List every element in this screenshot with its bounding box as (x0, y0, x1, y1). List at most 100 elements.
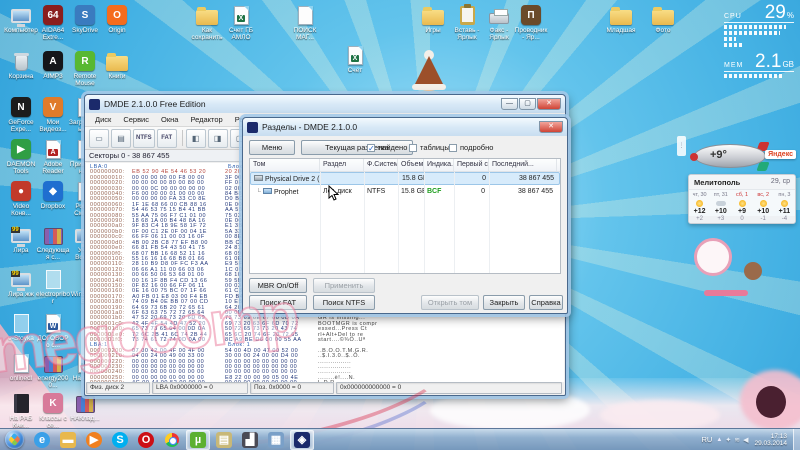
close-button[interactable]: ✕ (537, 98, 561, 110)
taskbar-app[interactable]: O (134, 430, 158, 450)
partitions-dialog[interactable]: Разделы - DMDE 2.1.0.0 ✕ Меню Текущая ра… (242, 117, 568, 314)
desktop-icon[interactable]: Вставь - Ярлык (450, 3, 484, 41)
desktop-icon[interactable]: A AIMP3 (36, 50, 70, 87)
desktop-icon[interactable]: ПОИСК МАГ... (288, 4, 322, 41)
minimize-button[interactable]: — (501, 98, 518, 110)
toolbar-button[interactable]: ◨ (207, 128, 228, 148)
tray-expand-icon[interactable]: ▲ (716, 437, 722, 443)
taskbar-app[interactable] (160, 430, 184, 450)
forecast-day[interactable]: чт, 30 +12 +2 (689, 190, 711, 223)
forecast-day[interactable]: пн, 3 +11 -4 (773, 190, 795, 223)
desktop-icon[interactable]: V Мои Видеоз... (36, 96, 70, 133)
desktop-icon[interactable]: O Origin (100, 4, 134, 41)
toolbar-button[interactable]: NTFS (133, 128, 155, 148)
partition-row[interactable]: └Prophet Лог. диск NTFS 15.8 GBBCF 0 38 867 4… (250, 185, 560, 198)
desktop-icon[interactable]: A Adobe Reader (36, 138, 70, 175)
desktop-icon[interactable]: X Счет ГБ АМЛО (224, 4, 258, 41)
language-indicator[interactable]: RU (702, 435, 713, 444)
button-Закрыть[interactable]: Закрыть (483, 295, 525, 310)
forecast-day[interactable]: вс, 2 +10 -1 (752, 190, 774, 223)
column-header-0[interactable]: Том (250, 159, 320, 171)
desktop-icon[interactable]: ● Video Конв... (4, 180, 38, 217)
desktop-icon[interactable]: 99 Лира (4, 224, 38, 261)
desktop-icon[interactable]: 99 Лира жж (4, 268, 38, 305)
desktop-icon[interactable]: П Проводник - Яр... (514, 4, 548, 41)
desktop-icon[interactable]: На РАБ Кни... (4, 392, 38, 429)
weather-gadget[interactable]: +9° Яндекс Мелитополь 29, ср чт, 30 +12 +2… (688, 140, 796, 224)
weather-city[interactable]: Мелитополь (694, 178, 740, 187)
desktop-icon[interactable]: X Счёт (338, 44, 372, 81)
forecast-day[interactable]: сб, 1 +9 0 (731, 190, 753, 223)
desktop-icon[interactable]: N GeForce Expe... (4, 96, 38, 133)
desktop-icon[interactable]: S SkyDrive (68, 4, 102, 41)
button-Справка[interactable]: Справка (529, 295, 563, 310)
cpu-gadget[interactable]: CPU 29 % MEM 2.1 GB (724, 3, 794, 78)
desktop-icon[interactable]: W ДОГОВОР о с... (36, 312, 70, 349)
checkbox-таблицы[interactable]: таблицы (409, 143, 450, 152)
column-header-5[interactable]: Первый се... (454, 159, 489, 171)
checkbox-box[interactable]: ✓ (367, 143, 375, 152)
column-header-3[interactable]: Объем (398, 159, 424, 171)
column-header-1[interactable]: Раздел (320, 159, 364, 171)
checkbox-найдено[interactable]: ✓ найдено (367, 143, 407, 152)
clock[interactable]: 17:13 29.03.2014 (754, 433, 787, 447)
desktop-icon[interactable]: Фото (646, 4, 680, 41)
button-MBR On/Off[interactable]: MBR On/Off (249, 278, 307, 293)
tray-icon[interactable]: ≋ (734, 436, 740, 444)
dialog-titlebar[interactable]: Разделы - DMDE 2.1.0.0 ✕ (243, 118, 567, 136)
checkbox-подробно[interactable]: подробно (449, 143, 493, 152)
checkbox-box[interactable] (409, 143, 417, 152)
tray-icon[interactable]: ◀ (743, 436, 748, 444)
desktop-icon[interactable]: Компьютер (4, 4, 38, 41)
desktop-icon[interactable]: ◆ Dropbox (36, 180, 70, 217)
button-Поиск NTFS[interactable]: Поиск NTFS (313, 295, 375, 310)
taskbar-app[interactable]: ▶ (82, 430, 106, 450)
dmde-titlebar[interactable]: DMDE 2.1.0.0 Free Edition — ▢ ✕ (85, 95, 565, 113)
show-desktop-button[interactable] (793, 428, 800, 450)
yandex-logo[interactable]: Яндекс (765, 150, 796, 159)
desktop-icon[interactable]: Следующая с... (36, 224, 70, 261)
toolbar-button[interactable]: ▭ (89, 128, 109, 148)
menu-item-Окна[interactable]: Окна (155, 115, 184, 124)
partitions-table[interactable]: ТомРазделФ.СистемаОбъемИндика...Первый с… (249, 158, 561, 274)
forecast-day[interactable]: пт, 31 +10 +3 (710, 190, 732, 223)
taskbar-app[interactable]: ▬ (56, 430, 80, 450)
desktop-icon[interactable]: K Классы с се... (36, 392, 70, 429)
menu-item-Редактор[interactable]: Редактор (184, 115, 228, 124)
taskbar-app[interactable]: ▟ (238, 430, 262, 450)
desktop-icon[interactable]: Корзина (4, 50, 38, 87)
taskbar-app[interactable]: ◈ (290, 429, 314, 450)
taskbar-app[interactable]: ▦ (264, 430, 288, 450)
button-Поиск FAT[interactable]: Поиск FAT (249, 295, 307, 310)
desktop-icon[interactable]: НАКлад... (68, 392, 102, 429)
column-header-6[interactable]: Последний... (489, 159, 557, 171)
taskbar-app[interactable]: e (30, 430, 54, 450)
desktop-icon[interactable]: ▶ DAEMON Tools (4, 138, 38, 175)
desktop-icon[interactable]: Как сохранить (190, 4, 224, 41)
desktop-icon[interactable]: 64 AIDA64 Extre... (36, 4, 70, 41)
desktop-icon[interactable]: e-Stoyka (4, 312, 38, 349)
maximize-button[interactable]: ▢ (519, 98, 536, 110)
desktop-icon[interactable]: electropribor (36, 268, 70, 305)
toolbar-button[interactable]: FAT (156, 128, 177, 148)
column-header-2[interactable]: Ф.Система (364, 159, 398, 171)
checkbox-box[interactable] (449, 143, 457, 152)
desktop-icon[interactable]: Книги (100, 50, 134, 87)
desktop-icon[interactable]: R Remote Mouse (68, 50, 102, 87)
gadget-handle[interactable]: ⋮ (677, 136, 686, 156)
tray-icon[interactable]: ✦ (725, 436, 731, 444)
desktop-icon[interactable]: Игры (416, 4, 450, 41)
taskbar-app[interactable]: S (108, 430, 132, 450)
toolbar-button[interactable]: ▤ (111, 128, 131, 148)
desktop-icon[interactable]: Младшая (604, 4, 638, 41)
toolbar-button[interactable]: ◧ (185, 128, 206, 148)
menu-item-Диск[interactable]: Диск (89, 115, 117, 124)
menu-item-Сервис[interactable]: Сервис (117, 115, 155, 124)
dialog-close-button[interactable]: ✕ (539, 121, 563, 133)
desktop-icon[interactable]: energy2000... (36, 352, 70, 389)
taskbar-app[interactable]: µ (186, 429, 210, 450)
taskbar-app[interactable]: ▤ (212, 430, 236, 450)
start-button[interactable] (5, 430, 24, 449)
menu-button[interactable]: Меню (249, 140, 295, 155)
desktop-icon[interactable]: onlinedl (4, 352, 38, 389)
